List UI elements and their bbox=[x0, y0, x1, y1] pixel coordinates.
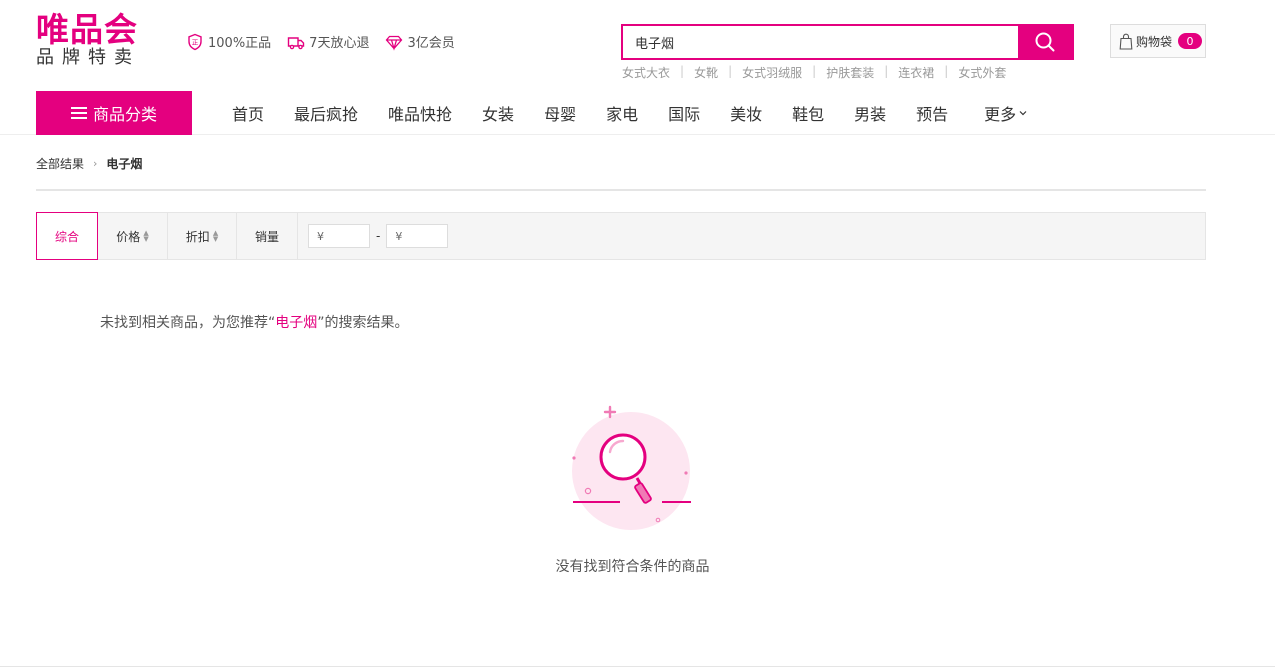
price-max-input[interactable]: ¥ bbox=[386, 224, 449, 248]
shopping-bag-icon bbox=[1119, 33, 1133, 50]
hot-word[interactable]: 连衣裙 bbox=[898, 64, 934, 81]
nav-item-baby[interactable]: 母婴 bbox=[544, 101, 576, 125]
breadcrumb-root[interactable]: 全部结果 bbox=[36, 155, 84, 172]
sort-tab-sales-label: 销量 bbox=[254, 229, 279, 244]
svg-text:正: 正 bbox=[192, 38, 199, 46]
nav-items: 首页 最后疯抢 唯品快抢 女装 母婴 家电 国际 美妆 鞋包 男装 预告 更多 bbox=[232, 91, 1027, 135]
magnifier-empty-icon bbox=[572, 405, 691, 530]
hot-word-separator: | bbox=[680, 64, 685, 78]
nav-item-home[interactable]: 首页 bbox=[232, 101, 264, 125]
sort-tab-discount[interactable]: 折扣 ▲ ▼ bbox=[168, 213, 237, 259]
nav-item-women[interactable]: 女装 bbox=[482, 101, 514, 125]
truck-icon bbox=[287, 36, 305, 49]
menu-icon bbox=[70, 107, 87, 119]
hot-word[interactable]: 女式外套 bbox=[958, 64, 1006, 81]
hot-word[interactable]: 女式羽绒服 bbox=[742, 64, 802, 81]
service-promises: 正 100%正品 7天放心退 3亿会员 bbox=[186, 32, 455, 51]
main-nav: 商品分类 首页 最后疯抢 唯品快抢 女装 母婴 家电 国际 美妆 鞋包 男装 预… bbox=[0, 91, 1275, 135]
sort-bar: 综合 价格 ▲ ▼ 折扣 ▲ ▼ 销量 ¥ - ¥ bbox=[36, 212, 1206, 260]
nav-more-label: 更多 bbox=[984, 105, 1017, 124]
breadcrumb-divider bbox=[36, 189, 1206, 191]
site-logo[interactable]: 唯品会 品牌特卖 bbox=[36, 12, 160, 68]
hot-word-separator: | bbox=[884, 64, 889, 78]
hot-word-separator: | bbox=[812, 64, 817, 78]
chevron-down-icon bbox=[1019, 111, 1027, 116]
promise-authentic: 正 100%正品 bbox=[186, 32, 271, 51]
hot-word-separator: | bbox=[944, 64, 949, 78]
nav-item-flash-sale[interactable]: 唯品快抢 bbox=[388, 101, 452, 125]
promise-authentic-label: 100%正品 bbox=[208, 36, 272, 51]
sort-tab-discount-label: 折扣 bbox=[185, 229, 210, 244]
promise-members: 3亿会员 bbox=[385, 32, 455, 51]
sort-tab-sales[interactable]: 销量 bbox=[237, 213, 298, 259]
nav-item-appliances[interactable]: 家电 bbox=[606, 101, 638, 125]
promise-return-label: 7天放心退 bbox=[309, 36, 370, 51]
tip-suffix: ”的搜索结果。 bbox=[317, 315, 409, 331]
promise-members-label: 3亿会员 bbox=[407, 36, 455, 51]
nav-item-shoes-bags[interactable]: 鞋包 bbox=[792, 101, 824, 125]
price-range-separator: - bbox=[376, 229, 381, 243]
diamond-icon bbox=[386, 35, 403, 51]
cart-button[interactable]: 购物袋 0 bbox=[1110, 24, 1206, 58]
search-bar bbox=[621, 24, 1074, 60]
breadcrumb-current: 电子烟 bbox=[106, 157, 143, 171]
category-menu-button[interactable]: 商品分类 bbox=[36, 91, 192, 135]
hot-word[interactable]: 女靴 bbox=[694, 64, 718, 81]
tip-keyword: 电子烟 bbox=[275, 315, 318, 331]
price-min-input[interactable]: ¥ bbox=[308, 224, 370, 248]
breadcrumb: 全部结果 › 电子烟 bbox=[36, 155, 142, 172]
shield-icon: 正 bbox=[188, 33, 202, 50]
price-range-filter: ¥ - ¥ bbox=[308, 213, 449, 259]
sort-tab-price-label: 价格 bbox=[116, 229, 141, 244]
nav-item-men[interactable]: 男装 bbox=[854, 101, 886, 125]
chevron-right-icon: › bbox=[93, 157, 98, 170]
cart-count-badge: 0 bbox=[1178, 33, 1203, 49]
search-icon bbox=[1035, 32, 1055, 52]
tip-prefix: 未找到相关商品，为您推荐“ bbox=[100, 315, 276, 331]
logo-main-text: 唯品会 bbox=[36, 10, 138, 49]
hot-word-separator: | bbox=[728, 64, 733, 78]
hot-word[interactable]: 护肤套装 bbox=[826, 64, 874, 81]
cart-label: 购物袋 bbox=[1136, 34, 1173, 49]
sort-tab-price[interactable]: 价格 ▲ ▼ bbox=[98, 213, 168, 259]
nav-item-preview[interactable]: 预告 bbox=[916, 101, 948, 125]
no-result-tip: 未找到相关商品，为您推荐“电子烟”的搜索结果。 bbox=[100, 312, 409, 332]
sort-arrows-icon: ▲ ▼ bbox=[143, 229, 149, 243]
nav-item-beauty[interactable]: 美妆 bbox=[730, 101, 762, 125]
nav-item-last-rush[interactable]: 最后疯抢 bbox=[294, 101, 358, 125]
nav-item-international[interactable]: 国际 bbox=[668, 101, 700, 125]
sort-tab-default-label: 综合 bbox=[54, 229, 79, 244]
nav-more-dropdown[interactable]: 更多 bbox=[984, 101, 1027, 125]
logo-slogan: 品牌特卖 bbox=[36, 47, 140, 68]
category-menu-label: 商品分类 bbox=[92, 105, 157, 124]
sort-arrows-icon: ▲ ▼ bbox=[212, 229, 219, 243]
footer-divider bbox=[0, 666, 1275, 667]
empty-result-text: 没有找到符合条件的商品 bbox=[555, 559, 710, 575]
promise-return: 7天放心退 bbox=[287, 32, 369, 51]
hot-word[interactable]: 女式大衣 bbox=[622, 64, 670, 81]
hot-search-words: 女式大衣 | 女靴 | 女式羽绒服 | 护肤套装 | 连衣裙 | 女式外套 bbox=[622, 64, 1006, 81]
search-button[interactable] bbox=[1018, 26, 1072, 58]
sort-tab-default[interactable]: 综合 bbox=[36, 212, 98, 260]
search-input[interactable] bbox=[623, 26, 1018, 58]
